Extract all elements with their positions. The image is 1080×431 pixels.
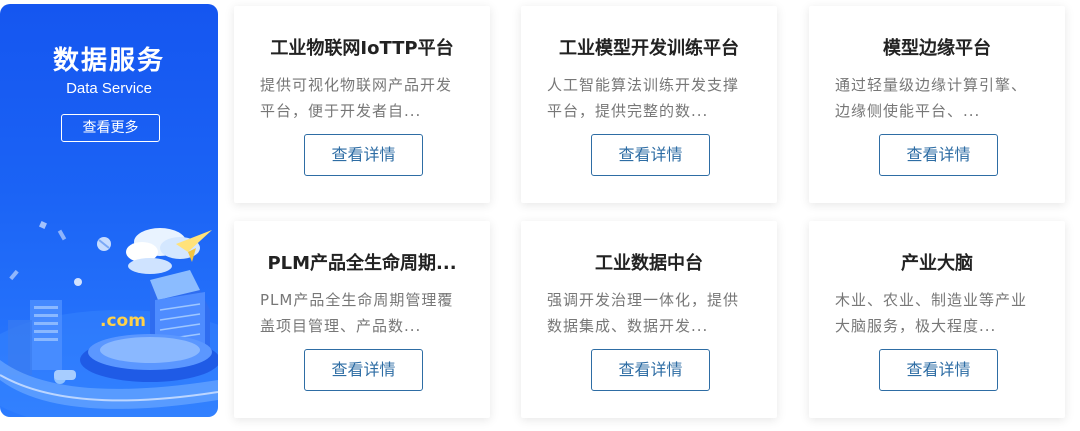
card-description: 强调开发治理一体化，提供数据集成、数据开发... [547,291,740,335]
com-label: .com [100,311,146,331]
card-industry-brain: 产业大脑 木业、农业、制造业等产业大脑服务，极大程度... 查看详情 [809,221,1065,418]
card-description: 提供可视化物联网产品开发平台，便于开发者自... [260,76,453,120]
view-details-button[interactable]: 查看详情 [591,349,710,391]
card-iot-platform: 工业物联网IoTTP平台 提供可视化物联网产品开发平台，便于开发者自... 查看… [234,6,490,203]
city-illustration: .com [0,221,218,417]
card-title: 工业物联网IoTTP平台 [270,38,454,59]
card-title: 产业大脑 [901,253,973,274]
banner-subtitle: Data Service [66,80,152,97]
card-title: 工业数据中台 [595,253,703,274]
card-model-training-platform: 工业模型开发训练平台 人工智能算法训练开发支撑平台，提供完整的数... 查看详情 [521,6,777,203]
view-details-button[interactable]: 查看详情 [879,134,998,176]
card-description: PLM产品全生命周期管理覆盖项目管理、产品数... [260,291,454,335]
card-plm-lifecycle: PLM产品全生命周期... PLM产品全生命周期管理覆盖项目管理、产品数... … [234,221,490,418]
card-title: 模型边缘平台 [883,38,991,59]
card-model-edge-platform: 模型边缘平台 通过轻量级边缘计算引擎、边缘侧使能平台、... 查看详情 [809,6,1065,203]
view-details-button[interactable]: 查看详情 [304,349,423,391]
view-details-button[interactable]: 查看详情 [879,349,998,391]
card-description: 木业、农业、制造业等产业大脑服务，极大程度... [835,291,1028,335]
card-title: PLM产品全生命周期... [267,253,457,274]
card-description: 通过轻量级边缘计算引擎、边缘侧使能平台、... [835,76,1028,120]
card-industrial-data-platform: 工业数据中台 强调开发治理一体化，提供数据集成、数据开发... 查看详情 [521,221,777,418]
banner-title: 数据服务 [52,46,165,76]
card-description: 人工智能算法训练开发支撑平台，提供完整的数... [547,76,740,120]
view-details-button[interactable]: 查看详情 [591,134,710,176]
view-more-button[interactable]: 查看更多 [61,114,160,142]
card-title: 工业模型开发训练平台 [559,38,739,59]
view-details-button[interactable]: 查看详情 [304,134,423,176]
data-service-banner: 数据服务 Data Service 查看更多 .com [0,4,218,417]
